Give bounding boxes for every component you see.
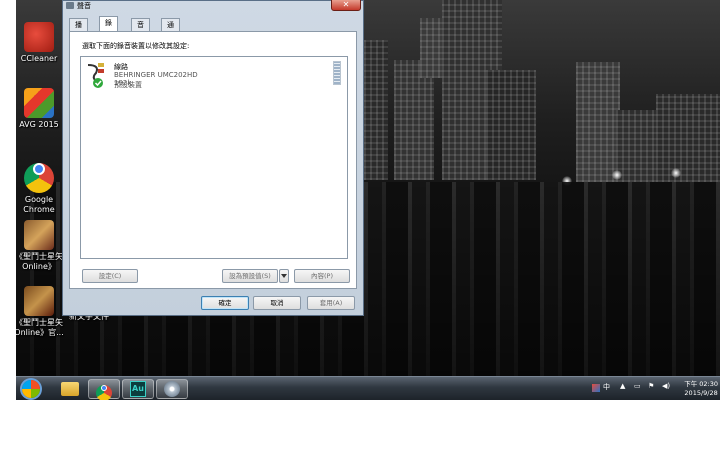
taskbar-audition[interactable]: Au bbox=[122, 379, 154, 399]
level-meter bbox=[333, 61, 341, 85]
tab-recording[interactable]: 錄製 bbox=[99, 16, 118, 39]
speaker-icon bbox=[66, 2, 74, 9]
tab-sounds[interactable]: 音效 bbox=[131, 18, 150, 41]
disc-icon bbox=[164, 381, 180, 397]
list-item-line-in[interactable]: 線路 BEHRINGER UMC202HD 192k 預設裝置 bbox=[84, 61, 214, 91]
ok-button[interactable]: 確定 bbox=[201, 296, 249, 310]
recording-panel: 選取下面的錄音裝置以修改其設定: 線路 BEHRINGER UMC202HD 1… bbox=[69, 31, 357, 289]
avg-icon bbox=[24, 88, 54, 118]
set-default-button[interactable]: 設為預設值(S) bbox=[222, 269, 278, 283]
line-in-icon bbox=[84, 61, 106, 89]
clock-time: 下午 02:30 bbox=[684, 380, 718, 388]
configure-button[interactable]: 設定(C) bbox=[82, 269, 138, 283]
start-orb-icon bbox=[22, 380, 40, 398]
ime-language[interactable]: 中 bbox=[603, 382, 610, 392]
tab-playback[interactable]: 播放 bbox=[69, 18, 88, 41]
chevron-down-icon bbox=[281, 274, 287, 278]
game-icon bbox=[24, 220, 54, 250]
action-center-flag-icon[interactable]: ⚑ bbox=[648, 382, 654, 390]
network-icon[interactable]: ▭ bbox=[634, 382, 641, 390]
device-status: 預設裝置 bbox=[114, 81, 142, 89]
game-icon bbox=[24, 286, 54, 316]
apply-button[interactable]: 套用(A) bbox=[307, 296, 355, 310]
start-button[interactable] bbox=[18, 379, 44, 399]
ime-icon[interactable] bbox=[592, 384, 600, 392]
audition-icon: Au bbox=[130, 381, 146, 397]
dialog-title: 聲音 bbox=[77, 2, 91, 10]
tab-communications[interactable]: 通訊 bbox=[161, 18, 180, 41]
show-hidden-icons-icon[interactable]: ▲ bbox=[620, 382, 625, 390]
device-list[interactable]: 線路 BEHRINGER UMC202HD 192k 預設裝置 bbox=[80, 56, 348, 259]
desktop-icon-avg[interactable]: AVG 2015 bbox=[16, 88, 64, 130]
chrome-icon bbox=[24, 163, 54, 193]
dialog-titlebar[interactable]: 聲音 ✕ bbox=[63, 0, 363, 11]
taskbar-chrome[interactable] bbox=[88, 379, 120, 400]
taskbar-explorer[interactable] bbox=[54, 379, 86, 399]
properties-button[interactable]: 內容(P) bbox=[294, 269, 350, 283]
sound-dialog: 聲音 ✕ 播放 錄製 音效 通訊 選取下面的錄音裝置以修改其設定: bbox=[62, 0, 364, 316]
desktop-icon-ccleaner[interactable]: CCleaner bbox=[16, 22, 64, 64]
desktop-icon-saint-seiya[interactable]: 《聖鬥士星矢 Online》 bbox=[16, 220, 64, 272]
file-explorer-icon bbox=[61, 382, 79, 396]
set-default-dropdown[interactable] bbox=[279, 269, 289, 283]
desktop-icon-saint-seiya-official[interactable]: 《聖鬥士星矢 Online》官... bbox=[16, 286, 64, 338]
clock[interactable]: 下午 02:30 2015/9/28 bbox=[684, 380, 718, 398]
desktop-icon-chrome[interactable]: Google Chrome bbox=[16, 154, 64, 215]
volume-icon[interactable]: ◀) bbox=[662, 382, 670, 390]
chrome-icon bbox=[96, 385, 112, 400]
close-button[interactable]: ✕ bbox=[331, 0, 361, 11]
cancel-button[interactable]: 取消 bbox=[253, 296, 301, 310]
taskbar: Au 中 ▲ ▭ ⚑ ◀) 下午 02:30 2015/9/28 bbox=[16, 376, 720, 400]
clock-date: 2015/9/28 bbox=[684, 389, 718, 397]
taskbar-sound[interactable] bbox=[156, 379, 188, 399]
instruction-text: 選取下面的錄音裝置以修改其設定: bbox=[82, 42, 190, 50]
desktop: CCleaner AVG 2015 Google Chrome 《聖鬥士星矢 O… bbox=[16, 0, 720, 400]
close-icon: ✕ bbox=[342, 0, 350, 9]
ccleaner-icon bbox=[24, 22, 54, 52]
